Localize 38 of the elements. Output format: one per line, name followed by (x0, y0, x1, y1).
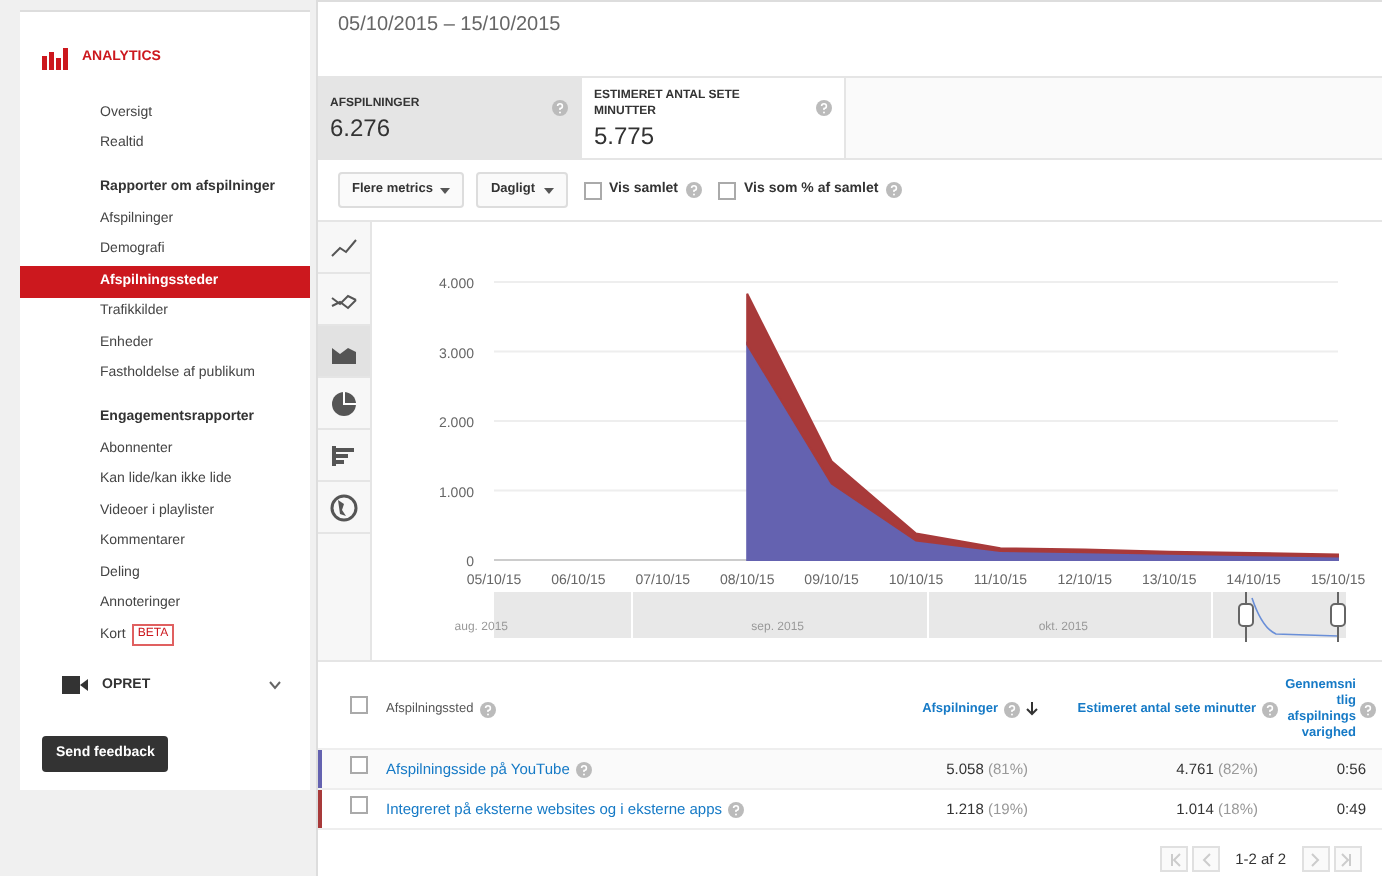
navigator-line (1251, 597, 1339, 637)
bar-chart-logo-icon (42, 48, 70, 70)
page-forward-button[interactable] (1302, 846, 1330, 872)
help-icon[interactable] (886, 182, 903, 198)
checkbox[interactable] (350, 756, 368, 775)
sort-arrow-icon (1026, 702, 1038, 716)
page-forward-button[interactable] (1334, 846, 1362, 872)
pie-chart-icon (330, 389, 358, 417)
checkbox[interactable] (718, 181, 737, 199)
metric-value: 5.775 (594, 122, 657, 150)
checkbox[interactable] (350, 696, 368, 715)
help-icon[interactable] (552, 99, 568, 116)
globe-icon (330, 493, 358, 521)
caret-icon (440, 187, 451, 193)
page-back-button[interactable] (1191, 846, 1220, 872)
help-icon[interactable] (1360, 701, 1376, 717)
chart-type-tab[interactable] (318, 326, 370, 378)
help-icon[interactable] (816, 99, 832, 116)
metric-value: 6.276 (330, 114, 393, 142)
bar-chart-icon (330, 441, 358, 469)
help-icon[interactable] (479, 701, 496, 717)
help-icon[interactable] (728, 801, 745, 817)
checkbox[interactable] (583, 181, 601, 199)
previous-icon (1197, 851, 1214, 867)
help-icon[interactable] (1004, 701, 1020, 717)
last-page-icon (1340, 851, 1356, 867)
checkbox[interactable] (350, 796, 368, 815)
first-page-icon (1165, 851, 1182, 867)
help-icon[interactable] (1262, 701, 1278, 717)
date-range: 05/10/2015 – 15/10/2015 (336, 12, 563, 40)
next-icon (1308, 851, 1324, 867)
range-handle[interactable] (1330, 591, 1346, 643)
help-icon[interactable] (575, 761, 592, 777)
video-camera-icon (62, 676, 90, 695)
range-handle[interactable] (1238, 591, 1254, 643)
caret-icon (543, 187, 553, 193)
page-back-button[interactable] (1159, 846, 1188, 872)
help-icon[interactable] (686, 182, 703, 198)
